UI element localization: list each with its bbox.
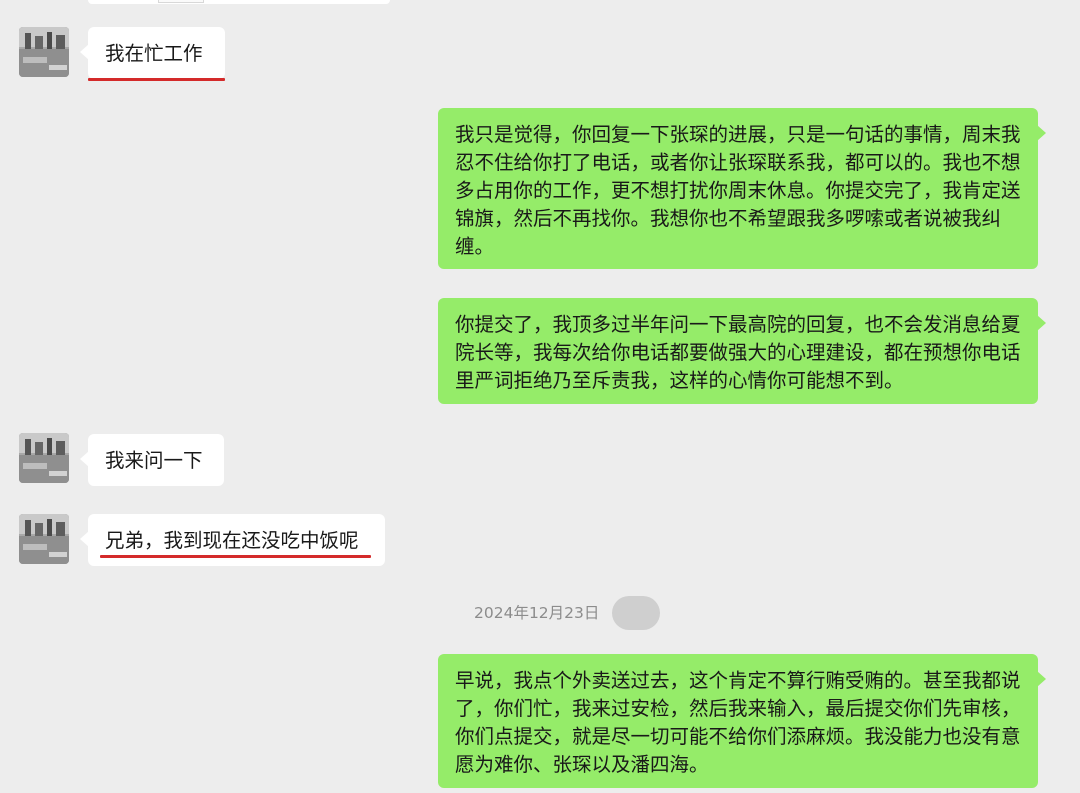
outgoing-message-1[interactable]: 我只是觉得，你回复一下张琛的进展，只是一句话的事情，周末我忍不住给你打了电话，或…: [438, 108, 1046, 269]
message-text: 你提交了，我顶多过半年问一下最高院的回复，也不会发消息给夏院长等，我每次给你电话…: [455, 313, 1021, 392]
redacted-blur: [612, 596, 660, 630]
red-underline: [88, 78, 225, 81]
red-underline: [100, 555, 371, 558]
outgoing-message-2[interactable]: 你提交了，我顶多过半年问一下最高院的回复，也不会发消息给夏院长等，我每次给你电话…: [438, 298, 1046, 404]
message-text: 兄弟，我到现在还没吃中饭呢: [105, 529, 359, 552]
incoming-message-2[interactable]: 我来问一下: [80, 434, 224, 486]
date-separator: 2024年12月23日: [474, 604, 600, 622]
incoming-message-1[interactable]: 我在忙工作: [80, 27, 225, 79]
outgoing-message-3[interactable]: 早说，我点个外卖送过去，这个肯定不算行贿受贿的。甚至我都说了，你们忙，我来过安检…: [438, 654, 1046, 788]
message-text: 早说，我点个外卖送过去，这个肯定不算行贿受贿的。甚至我都说了，你们忙，我来过安检…: [455, 669, 1021, 776]
contact-avatar[interactable]: [19, 27, 69, 77]
incoming-message-3[interactable]: 兄弟，我到现在还没吃中饭呢: [80, 514, 385, 566]
card-thumbnail: [158, 0, 204, 3]
message-text: 我只是觉得，你回复一下张琛的进展，只是一句话的事情，周末我忍不住给你打了电话，或…: [455, 123, 1021, 258]
previous-message-card[interactable]: [88, 0, 390, 4]
message-text: 我来问一下: [105, 449, 203, 472]
message-text: 我在忙工作: [105, 42, 203, 65]
contact-avatar[interactable]: [19, 514, 69, 564]
contact-avatar[interactable]: [19, 433, 69, 483]
